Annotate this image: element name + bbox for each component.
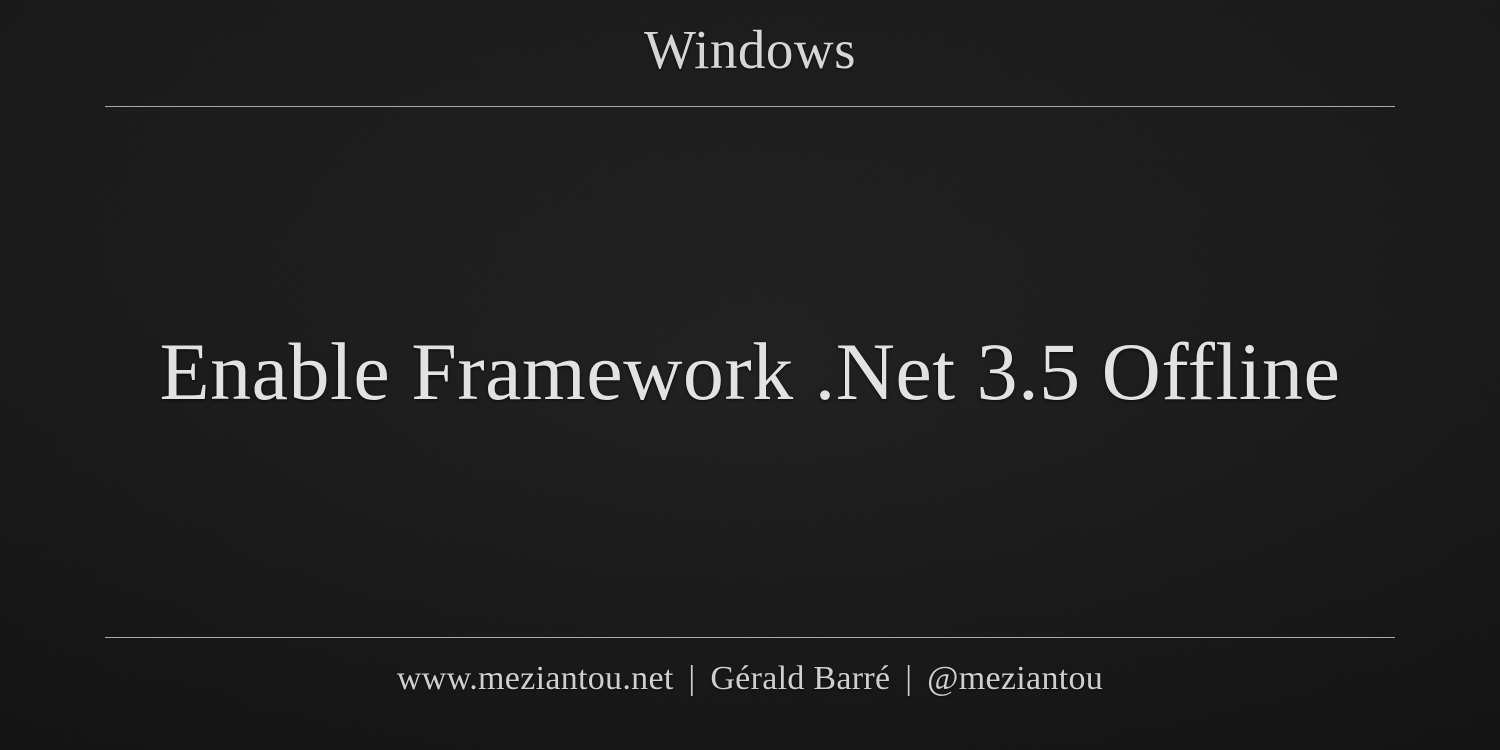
footer: www.meziantou.net | Gérald Barré | @mezi…	[397, 660, 1103, 698]
category-label: Windows	[644, 18, 856, 81]
title-area: Enable Framework .Net 3.5 Offline	[105, 107, 1395, 637]
divider-bottom	[105, 637, 1395, 638]
footer-separator: |	[682, 660, 701, 697]
article-title: Enable Framework .Net 3.5 Offline	[160, 325, 1341, 419]
footer-author: Gérald Barré	[710, 660, 890, 697]
footer-website: www.meziantou.net	[397, 660, 674, 697]
footer-separator: |	[899, 660, 918, 697]
footer-handle: @meziantou	[927, 660, 1103, 697]
